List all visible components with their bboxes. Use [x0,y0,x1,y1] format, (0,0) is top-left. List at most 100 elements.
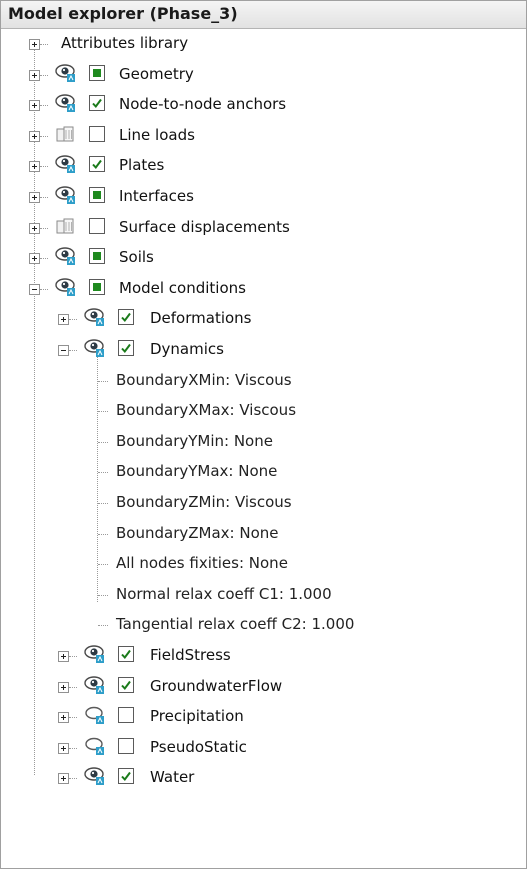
eye-icon[interactable] [55,185,77,205]
tree-connector [40,288,48,290]
tree-row-interfaces[interactable]: Interfaces [1,184,526,214]
eye-icon[interactable] [84,338,106,358]
visibility-checkbox[interactable] [89,125,105,142]
eye-closed-icon[interactable] [84,705,106,725]
visibility-checkbox[interactable] [118,309,134,326]
tree-item-label: BoundaryXMax: Viscous [116,401,297,420]
tree-row-tangential-relax-coeff[interactable]: Tangential relax coeff C2: 1.000 [1,612,526,642]
tree-connector [69,350,77,351]
tree-row-pseudo-static[interactable]: PseudoStatic [1,735,526,765]
visibility-checkbox[interactable] [89,248,105,265]
expand-toggle-icon[interactable] [29,69,40,81]
eye-icon[interactable] [55,154,77,174]
tree-row-node-to-node-anchors[interactable]: Node-to-node anchors [1,92,526,122]
expand-toggle-icon[interactable] [29,222,40,234]
tree-row-groundwater-flow[interactable]: GroundwaterFlow [1,674,526,704]
expand-toggle-icon[interactable] [29,130,40,142]
eye-icon[interactable] [55,93,77,113]
visibility-checkbox[interactable] [118,707,134,724]
tree-connector [98,625,108,627]
tree-row-precipitation[interactable]: Precipitation [1,704,526,734]
eye-icon[interactable] [84,307,106,327]
eye-icon[interactable] [84,644,106,664]
eye-icon[interactable] [84,675,106,695]
tree-row-line-loads[interactable]: Line loads [1,123,526,153]
tree-row-all-nodes-fixities[interactable]: All nodes fixities: None [1,551,526,581]
tree-row-boundary-ymin[interactable]: BoundaryYMin: None [1,429,526,459]
tree-connector [40,74,48,76]
expand-toggle-icon[interactable] [29,253,40,265]
panel-titlebar: Model explorer (Phase_3) [1,1,526,29]
tree-connector [40,258,48,260]
tree-row-plates[interactable]: Plates [1,153,526,183]
eye-icon[interactable] [84,766,106,786]
expand-toggle-icon[interactable] [58,681,69,693]
tree-row-attributes-library[interactable]: Attributes library [1,31,526,61]
visibility-checkbox[interactable] [89,187,105,203]
tree-connector [40,105,48,107]
tree-connector [69,656,77,657]
tree-item-label: Water [150,768,195,787]
tree-item-label: Tangential relax coeff C2: 1.000 [116,615,355,634]
tree-row-boundary-xmax[interactable]: BoundaryXMax: Viscous [1,398,526,428]
expand-toggle-icon[interactable] [58,712,69,724]
tree-row-surface-displacements[interactable]: Surface displacements [1,215,526,245]
tree-item-label: BoundaryZMin: Viscous [116,493,292,511]
tree-connector [98,441,108,443]
expand-toggle-icon[interactable] [29,192,40,203]
tree-row-model-conditions[interactable]: Model conditions [1,276,526,306]
tree-row-boundary-zmax[interactable]: BoundaryZMax: None [1,521,526,551]
collapse-toggle-icon[interactable] [29,283,40,295]
tree-row-boundary-zmin[interactable]: BoundaryZMin: Viscous [1,490,526,520]
tree-connector [69,747,77,749]
tree-connector [98,411,108,413]
visibility-checkbox[interactable] [89,156,105,173]
visibility-checkbox[interactable] [118,340,134,356]
tree-connector [40,44,48,45]
tree-item-label: Line loads [119,125,195,144]
visibility-checkbox[interactable] [89,217,105,234]
visibility-checkbox[interactable] [118,768,134,785]
expand-toggle-icon[interactable] [29,39,40,50]
eye-closed-icon[interactable] [84,736,106,756]
visibility-checkbox[interactable] [89,95,105,112]
eye-icon[interactable] [55,277,77,297]
tree-row-dynamics[interactable]: Dynamics [1,337,526,367]
tree-row-normal-relax-coeff[interactable]: Normal relax coeff C1: 1.000 [1,582,526,612]
tree-connector [40,166,48,168]
tree-row-boundary-ymax[interactable]: BoundaryYMax: None [1,459,526,489]
tree-row-geometry[interactable]: Geometry [1,62,526,92]
expand-toggle-icon[interactable] [58,742,69,754]
visibility-checkbox[interactable] [118,646,134,662]
expand-toggle-icon[interactable] [58,773,69,785]
tree-item-label: BoundaryYMax: None [116,462,278,481]
inactive-object-icon[interactable] [55,124,77,144]
tree-row-boundary-xmin[interactable]: BoundaryXMin: Viscous [1,368,526,398]
visibility-checkbox[interactable] [89,64,105,81]
model-tree[interactable]: Attributes library Geometry Node-to-node a… [1,29,526,868]
tree-item-label: BoundaryYMin: None [116,431,273,450]
tree-item-label: PseudoStatic [150,737,247,756]
inactive-object-icon[interactable] [55,216,77,236]
visibility-checkbox[interactable] [118,737,134,754]
tree-item-label: Interfaces [119,187,194,205]
tree-item-label: Node-to-node anchors [119,95,287,114]
visibility-checkbox[interactable] [118,676,134,693]
tree-row-field-stress[interactable]: FieldStress [1,643,526,673]
tree-connector [98,472,108,474]
tree-row-soils[interactable]: Soils [1,245,526,275]
visibility-checkbox[interactable] [89,278,105,295]
expand-toggle-icon[interactable] [58,314,69,326]
panel-title: Model explorer (Phase_3) [8,4,238,23]
expand-toggle-icon[interactable] [29,100,40,112]
eye-icon[interactable] [55,246,77,266]
tree-connector [69,778,77,780]
collapse-toggle-icon[interactable] [58,345,69,356]
eye-icon[interactable] [55,63,77,83]
tree-row-deformations[interactable]: Deformations [1,306,526,336]
tree-item-label: Surface displacements [119,217,290,236]
tree-row-water[interactable]: Water [1,765,526,795]
expand-toggle-icon[interactable] [29,161,40,173]
expand-toggle-icon[interactable] [58,651,69,662]
tree-item-label: Soils [119,248,154,267]
